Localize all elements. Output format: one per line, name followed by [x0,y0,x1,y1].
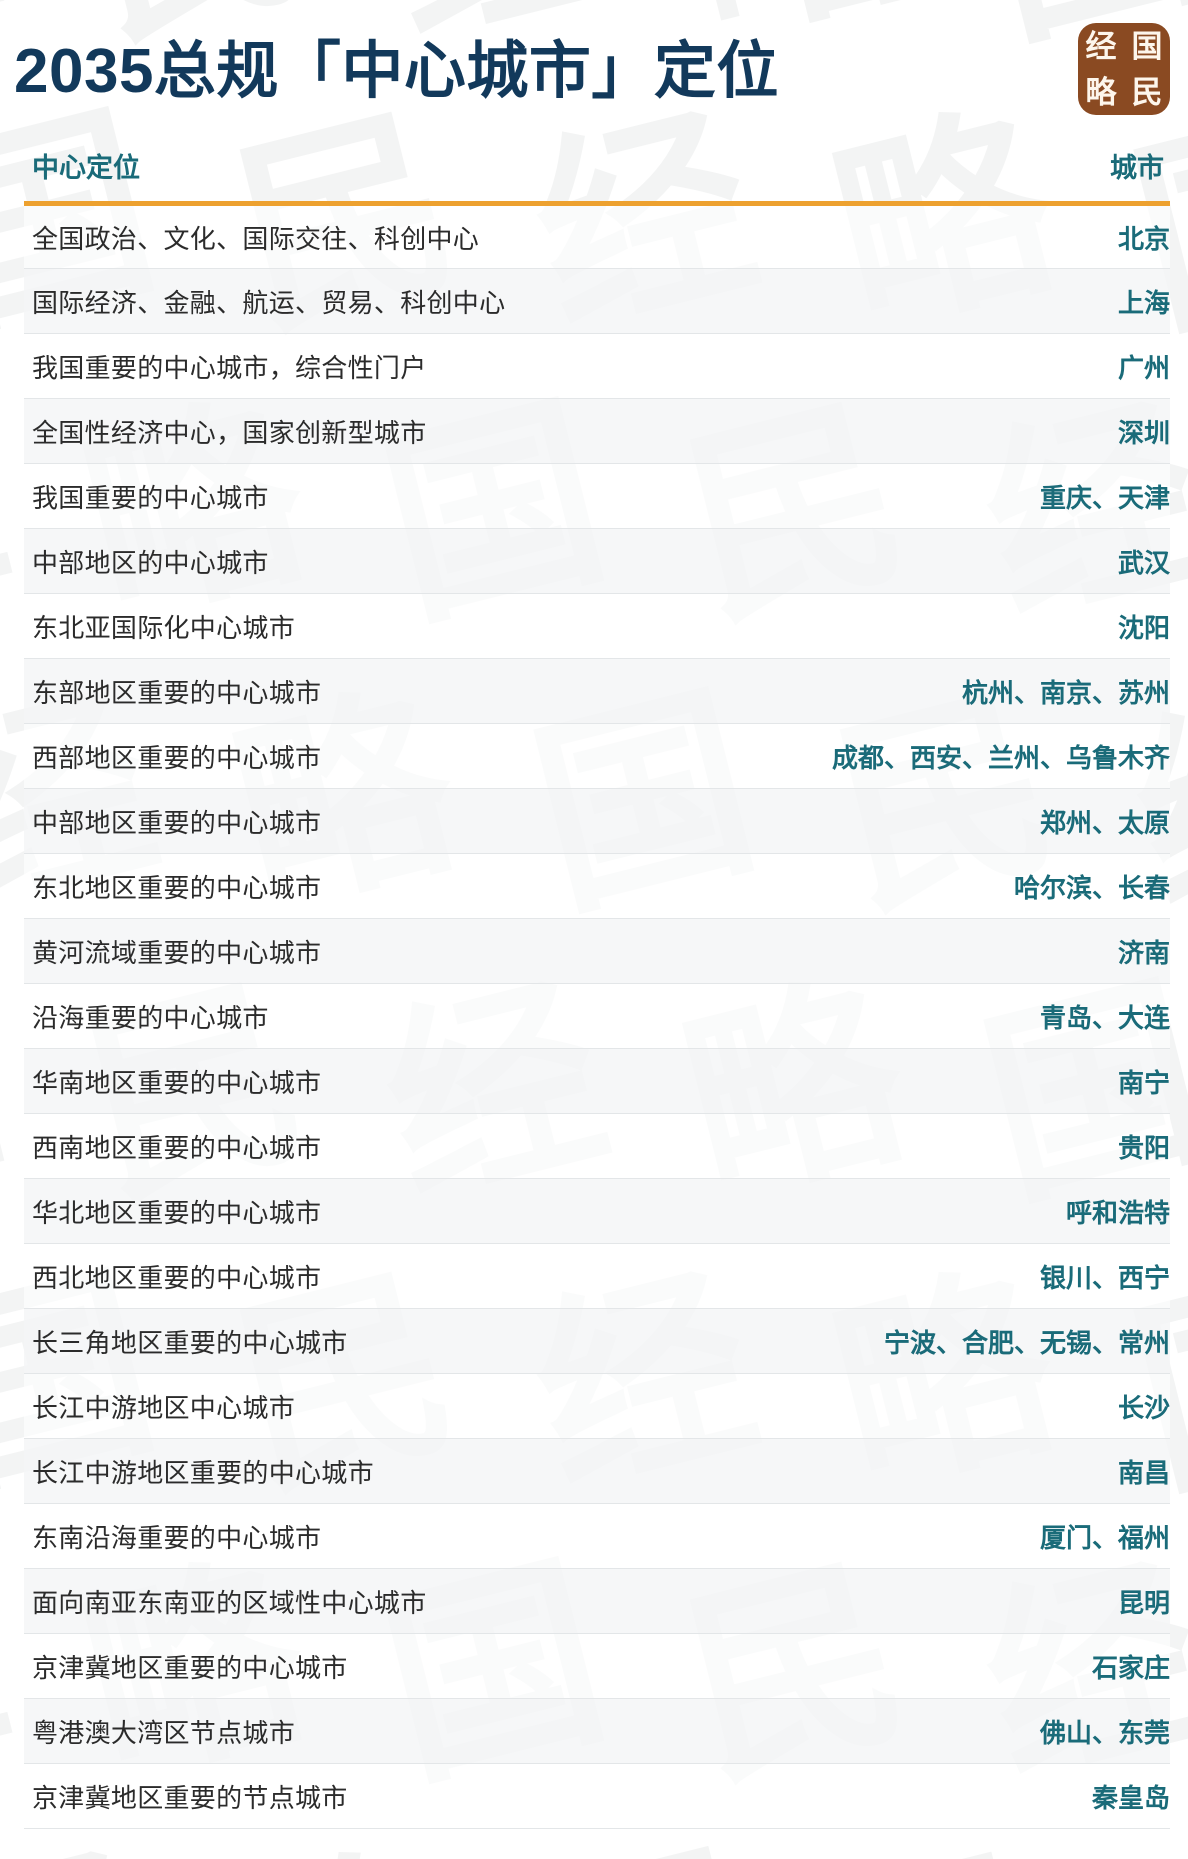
cell-position: 中部地区重要的中心城市 [24,788,735,854]
table-row: 沿海重要的中心城市 青岛、大连 [24,983,1170,1049]
cell-position: 我国重要的中心城市，综合性门户 [24,333,735,399]
logo-char-top-right: 国 [1131,28,1163,64]
cell-city: 郑州、太原 [734,788,1170,854]
table-row: 黄河流域重要的中心城市 济南 [24,918,1170,984]
watermark-char: 国 [515,1827,775,1859]
cell-position: 华北地区重要的中心城市 [24,1178,735,1244]
cell-city: 上海 [734,268,1170,334]
watermark-char: 略 [215,1827,475,1859]
table-row: 全国性经济中心，国家创新型城市 深圳 [24,398,1170,464]
cell-city: 重庆、天津 [734,463,1170,529]
table-row: 西北地区重要的中心城市 银川、西宁 [24,1243,1170,1309]
cell-position: 粤港澳大湾区节点城市 [24,1698,735,1764]
table-container: 中心定位 城市 全国政治、文化、国际交往、科创中心 北京 国际经济、金融、航运、贸易… [0,138,1188,1829]
table-row: 中部地区的中心城市 武汉 [24,528,1170,594]
cell-city: 沈阳 [734,593,1170,659]
watermark-char: 经 [1115,1827,1188,1859]
cell-city: 长沙 [734,1373,1170,1439]
table-row: 全国政治、文化、国际交往、科创中心 北京 [24,203,1170,269]
cell-position: 京津冀地区重要的节点城市 [24,1763,735,1829]
cell-position: 长江中游地区中心城市 [24,1373,735,1439]
cell-position: 京津冀地区重要的中心城市 [24,1633,735,1699]
table-row: 华南地区重要的中心城市 南宁 [24,1048,1170,1114]
cell-city: 南昌 [734,1438,1170,1504]
table-row: 面向南亚东南亚的区域性中心城市 昆明 [24,1568,1170,1634]
cell-position: 面向南亚东南亚的区域性中心城市 [24,1568,735,1634]
cell-position: 西北地区重要的中心城市 [24,1243,735,1309]
table-row: 东北地区重要的中心城市 哈尔滨、长春 [24,853,1170,919]
table-row: 西部地区重要的中心城市 成都、西安、兰州、乌鲁木齐 [24,723,1170,789]
cell-city: 佛山、东莞 [734,1698,1170,1764]
cell-city: 银川、西宁 [734,1243,1170,1309]
table-row: 我国重要的中心城市 重庆、天津 [24,463,1170,529]
table-row: 国际经济、金融、航运、贸易、科创中心 上海 [24,268,1170,334]
table-row: 长江中游地区中心城市 长沙 [24,1373,1170,1439]
table-row: 长三角地区重要的中心城市 宁波、合肥、无锡、常州 [24,1308,1170,1374]
cell-city: 石家庄 [734,1633,1170,1699]
city-positioning-table: 中心定位 城市 全国政治、文化、国际交往、科创中心 北京 国际经济、金融、航运、贸易… [24,138,1170,1829]
cell-position: 长江中游地区重要的中心城市 [24,1438,735,1504]
table-row: 京津冀地区重要的节点城市 秦皇岛 [24,1763,1170,1829]
cell-city: 昆明 [734,1568,1170,1634]
table-row: 长江中游地区重要的中心城市 南昌 [24,1438,1170,1504]
cell-position: 中部地区的中心城市 [24,528,735,594]
table-header: 中心定位 城市 [24,138,1170,206]
cell-city: 宁波、合肥、无锡、常州 [734,1308,1170,1374]
cell-city: 济南 [734,918,1170,984]
cell-position: 东部地区重要的中心城市 [24,658,735,724]
cell-city: 广州 [734,333,1170,399]
cell-position: 黄河流域重要的中心城市 [24,918,735,984]
cell-position: 全国政治、文化、国际交往、科创中心 [24,203,735,269]
watermark-char: 经 [0,1827,175,1859]
cell-city: 呼和浩特 [734,1178,1170,1244]
cell-city: 哈尔滨、长春 [734,853,1170,919]
table-row: 粤港澳大湾区节点城市 佛山、东莞 [24,1698,1170,1764]
cell-city: 秦皇岛 [734,1763,1170,1829]
cell-position: 东北地区重要的中心城市 [24,853,735,919]
column-header-city: 城市 [734,138,1170,206]
table-row: 东北亚国际化中心城市 沈阳 [24,593,1170,659]
table-header-row: 中心定位 城市 [24,138,1170,206]
cell-position: 沿海重要的中心城市 [24,983,735,1049]
cell-city: 杭州、南京、苏州 [734,658,1170,724]
table-body: 全国政治、文化、国际交往、科创中心 北京 国际经济、金融、航运、贸易、科创中心 上海我… [24,203,1170,1829]
table-row: 东南沿海重要的中心城市 厦门、福州 [24,1503,1170,1569]
page-title: 2035总规「中心城市」定位 [14,37,779,106]
cell-city: 南宁 [734,1048,1170,1114]
cell-city: 厦门、福州 [734,1503,1170,1569]
title-bar: 2035总规「中心城市」定位 经 国 略 民 [0,0,1188,138]
table-row: 东部地区重要的中心城市 杭州、南京、苏州 [24,658,1170,724]
cell-position: 全国性经济中心，国家创新型城市 [24,398,735,464]
cell-position: 东北亚国际化中心城市 [24,593,735,659]
watermark-char: 民 [815,1827,1075,1859]
cell-city: 武汉 [734,528,1170,594]
table-row: 西南地区重要的中心城市 贵阳 [24,1113,1170,1179]
cell-city: 北京 [734,203,1170,269]
table-row: 华北地区重要的中心城市 呼和浩特 [24,1178,1170,1244]
cell-position: 西部地区重要的中心城市 [24,723,735,789]
cell-position: 我国重要的中心城市 [24,463,735,529]
cell-position: 国际经济、金融、航运、贸易、科创中心 [24,268,735,334]
table-row: 我国重要的中心城市，综合性门户 广州 [24,333,1170,399]
cell-position: 东南沿海重要的中心城市 [24,1503,735,1569]
logo-char-bottom-right: 民 [1131,74,1163,110]
table-row: 中部地区重要的中心城市 郑州、太原 [24,788,1170,854]
cell-city: 深圳 [734,398,1170,464]
brand-logo: 经 国 略 民 [1078,23,1170,115]
cell-city: 青岛、大连 [734,983,1170,1049]
cell-position: 西南地区重要的中心城市 [24,1113,735,1179]
logo-char-bottom-left: 略 [1085,74,1117,110]
cell-city: 贵阳 [734,1113,1170,1179]
cell-position: 长三角地区重要的中心城市 [24,1308,735,1374]
logo-char-top-left: 经 [1085,28,1117,64]
cell-position: 华南地区重要的中心城市 [24,1048,735,1114]
column-header-position: 中心定位 [24,138,735,206]
table-row: 京津冀地区重要的中心城市 石家庄 [24,1633,1170,1699]
cell-city: 成都、西安、兰州、乌鲁木齐 [734,723,1170,789]
